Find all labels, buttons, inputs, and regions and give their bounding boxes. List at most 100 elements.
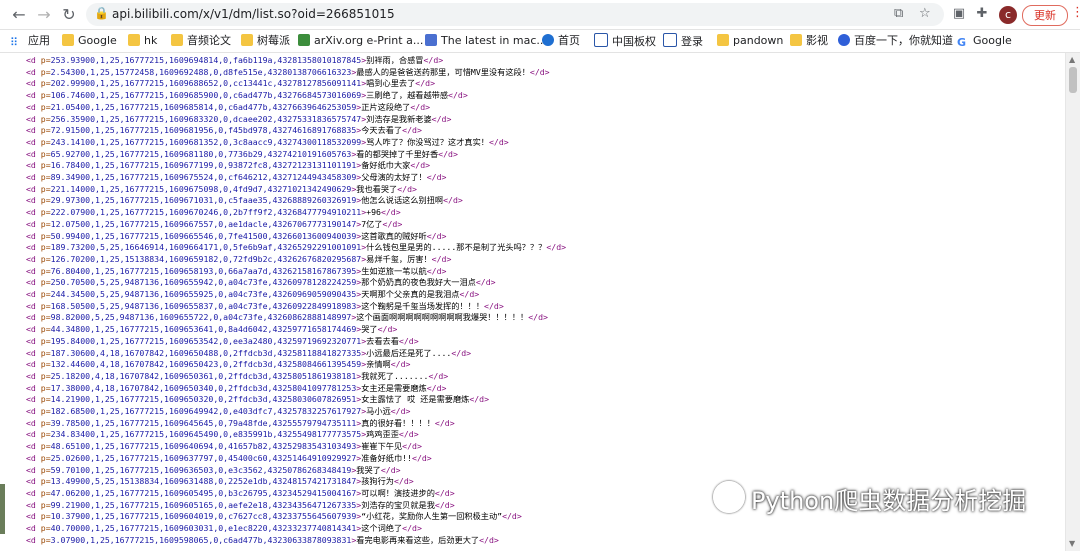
xml-tag: <d [26, 394, 41, 405]
lock-icon[interactable]: 🔒 [94, 6, 109, 20]
xml-tag: <d [26, 66, 41, 77]
folder-icon [790, 34, 802, 46]
scrollbar-thumb[interactable] [1069, 67, 1077, 93]
attr-value: 98.82000,5,25,9487136,1609655722,0,a04c7… [50, 312, 352, 323]
danmaku-text: +96 [366, 207, 381, 218]
danmaku-text: 我也看哭了 [356, 183, 398, 194]
site-icon [594, 33, 608, 47]
attr-name: p= [40, 183, 51, 194]
danmaku-text: 三刷绝了，越看越带感 [366, 90, 449, 101]
xml-tag: <d [26, 125, 41, 136]
update-button[interactable]: 更新 [1022, 5, 1068, 26]
translate-icon[interactable]: ⧉ [894, 6, 903, 21]
attr-name: p= [40, 55, 51, 65]
xml-tag: </d> [402, 523, 422, 533]
xml-line: <d p=202.99900,1,25,16777215,1609688652,… [26, 78, 435, 90]
back-icon[interactable]: ← [8, 4, 30, 26]
bookmark-baidu[interactable]: 百度一下，你就知道 [838, 33, 953, 49]
bookmark-home[interactable]: 首页 [542, 33, 580, 49]
xml-line: <d p=132.44600,4,18,16707842,1609650423,… [26, 359, 410, 371]
address-bar[interactable]: 🔒 api.bilibili.com/x/v1/dm/list.so?oid=2… [86, 3, 944, 26]
reload-icon[interactable]: ↻ [58, 4, 80, 26]
xml-line: <d p=12.07500,1,25,16777215,1609667557,0… [26, 219, 402, 231]
attr-value: 126.70200,1,25,15138834,1609659182,0,72f… [50, 253, 362, 264]
xml-tag: <d [26, 487, 41, 498]
bookmark-movies[interactable]: 影视 [790, 33, 828, 49]
menu-icon[interactable]: ⋮ [1071, 5, 1080, 20]
avatar[interactable]: c [999, 6, 1017, 24]
xml-viewer: <d p=253.93900,1,25,16777215,1609694814,… [0, 53, 1065, 551]
attr-name: p= [40, 300, 51, 311]
attr-name: p= [40, 370, 51, 381]
danmaku-text: 那个奶奶真的夜色我好大一泪点 [361, 277, 476, 288]
xml-line: <d p=2.54300,1,25,15772458,1609692488,0,… [26, 67, 550, 79]
site-icon [542, 34, 554, 46]
attr-name: p= [40, 382, 51, 393]
bookmark-login[interactable]: 登录 [663, 33, 703, 49]
danmaku-text: 骂人咋了？你没骂过？这才真实！ [366, 136, 489, 147]
attr-value: 29.97300,1,25,16777215,1609671031,0,c5fa… [50, 195, 357, 206]
bookmark-arxiv[interactable]: arXiv.org e-Print a... [298, 33, 423, 49]
attr-value: 40.70000,1,25,16777215,1609603031,0,e1ec… [50, 523, 357, 533]
bookmark-audio-papers[interactable]: 音频论文 [171, 33, 231, 49]
attr-name: p= [40, 347, 51, 358]
xml-line: <d p=29.97300,1,25,16777215,1609671031,0… [26, 195, 463, 207]
bookmark-raspberry-pi[interactable]: 树莓派 [241, 33, 290, 49]
bookmark-latest-mac[interactable]: The latest in mac... [425, 33, 547, 49]
attr-value: 17.38000,4,18,16707842,1609650340,0,2ffd… [50, 382, 357, 393]
xml-tag: <d [26, 324, 41, 335]
bookmark-google[interactable]: G Google [957, 33, 1012, 49]
bookmark-hk[interactable]: hk [128, 33, 157, 49]
xml-tag: </d> [390, 406, 411, 416]
forward-icon[interactable]: → [33, 4, 55, 26]
xml-tag: <d [26, 207, 41, 218]
puzzle-icon[interactable]: ✚ [973, 5, 991, 23]
attr-name: p= [40, 324, 51, 335]
xml-tag: </d> [434, 499, 455, 510]
url-text[interactable]: api.bilibili.com/x/v1/dm/list.so?oid=266… [112, 7, 395, 21]
danmaku-text: 这个画面啊啊啊啊啊啊啊啊啊我爆哭！！！！！ [356, 312, 529, 323]
extension-icon[interactable]: ▣ [950, 5, 968, 23]
bookmark-pandown[interactable]: pandown [717, 33, 783, 49]
xml-tag: <d [26, 136, 41, 147]
attr-name: p= [40, 452, 51, 463]
attr-name: p= [40, 136, 51, 147]
xml-tag: <d [26, 523, 41, 533]
scroll-up-icon[interactable]: ▲ [1069, 55, 1075, 64]
star-icon[interactable]: ☆ [919, 6, 931, 21]
xml-line: <d p=126.70200,1,25,15138834,1609659182,… [26, 254, 451, 266]
scroll-down-icon[interactable]: ▼ [1069, 539, 1075, 548]
danmaku-text: 女主还是需要磨炼 [361, 382, 427, 393]
xml-line: <d p=222.07900,1,25,16777215,1609670246,… [26, 207, 401, 219]
attr-value: 195.84000,1,25,16777215,1609653542,0,ee3… [50, 335, 362, 346]
xml-tag: </d> [479, 534, 499, 545]
folder-icon [717, 34, 729, 46]
browser-toolbar: ← → ↻ 🔒 api.bilibili.com/x/v1/dm/list.so… [0, 0, 1080, 30]
xml-tag: </d> [431, 113, 452, 124]
xml-line: <d p=10.37900,1,25,16777215,1609604019,0… [26, 511, 522, 523]
bookmark-china-copyright[interactable]: 中国板权 [594, 33, 656, 49]
danmaku-text: 他怎么说话这么别扭啊 [361, 195, 444, 206]
xml-tag: <d [26, 312, 41, 323]
attr-name: p= [40, 417, 51, 428]
attr-name: p= [40, 499, 51, 510]
bookmark-label: 影视 [806, 34, 828, 47]
attr-name: p= [40, 78, 51, 89]
danmaku-text: “小红花，奖励你人生第一回积极主动” [361, 511, 503, 522]
xml-line: <d p=21.05400,1,25,16777215,1609685814,0… [26, 102, 430, 114]
attr-value: 234.83400,1,25,16777215,1609645490,0,e83… [50, 429, 362, 440]
bookmark-google-folder[interactable]: Google [62, 33, 117, 49]
danmaku-text: 别袢雨，合感冒 [366, 55, 424, 65]
xml-tag: </d> [398, 429, 419, 440]
attr-name: p= [40, 523, 51, 533]
vertical-scrollbar[interactable]: ▲ ▼ [1065, 53, 1080, 551]
attr-value: 187.30600,4,18,16707842,1609650488,0,2ff… [50, 347, 362, 358]
danmaku-text: 我就死了....... [361, 370, 429, 381]
xml-line: <d p=89.34900,1,25,16777215,1609675524,0… [26, 172, 446, 184]
bookmark-apps[interactable]: ⠿ 应用 [10, 33, 50, 49]
attr-value: 59.70100,1,25,16777215,1609636503,0,e3c3… [50, 464, 352, 475]
xml-line: <d p=256.35900,1,25,16777215,1609683320,… [26, 114, 451, 126]
xml-tag: </d> [451, 347, 472, 358]
xml-tag: <d [26, 55, 41, 65]
danmaku-text: 这首歌真的贼好听 [361, 230, 427, 241]
